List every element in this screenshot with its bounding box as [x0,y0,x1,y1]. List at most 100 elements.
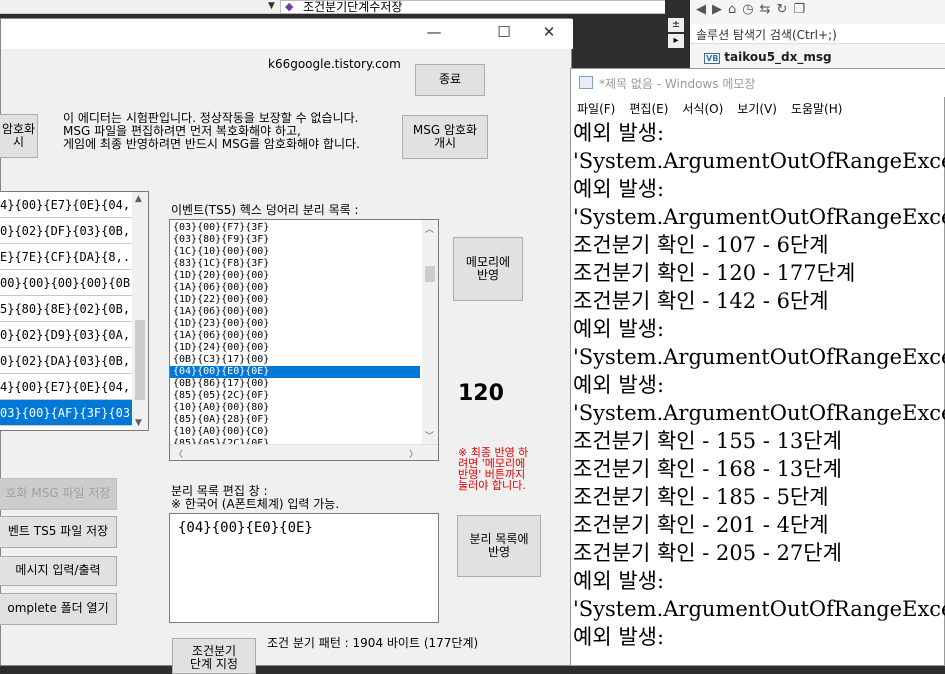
hex-list-item[interactable]: {1D}{24}{00}{00} [170,342,420,354]
scroll-up-icon[interactable]: ▲ [135,194,142,204]
forward-icon[interactable]: ▶ [712,2,722,20]
notepad-menu-item[interactable]: 파일(F) [577,100,615,116]
apply-memory-button[interactable]: 메모리에 반영 [453,237,523,301]
hex-list-item[interactable]: {83}{1C}{F8}{3F} [170,258,420,270]
hex-list-item[interactable]: {10}{A0}{00}{C0} [170,426,420,438]
notepad-line: 조건분기 확인 - 205 - 27단계 [573,541,842,565]
split-icon[interactable]: ± [668,18,684,32]
scroll-left-icon[interactable]: 〈 [174,447,183,460]
condition-step-button[interactable]: 조건분기 단계 지정 [172,638,256,674]
warning-text: ※ 최종 반영 하 려면 '메모리에 반영' 버튼까지 눌러야 합니다. [458,446,529,492]
notepad-line: 예외 발생: [573,317,665,341]
project-name: taikou5_dx_msg [724,50,832,64]
close-icon[interactable]: ✕ [526,23,572,41]
event-list-item[interactable]: 03}{00}{AF}{3F}{03,... [0,400,148,426]
notice-text: 이 에디터는 시험판입니다. 정상작동을 보장할 수 없습니다. MSG 파일을… [63,111,360,151]
hex-list-item[interactable]: {1A}{06}{00}{00} [170,306,420,318]
notepad-menubar: 파일(F) 편집(E) 서식(O) 보기(V) 도움말(H) [571,97,945,117]
notepad-menu-item[interactable]: 서식(O) [682,100,723,116]
scroll-right-icon[interactable]: 〉 [409,447,418,460]
encrypt-button[interactable]: MSG 암호화 개시 [402,115,488,159]
history-icon[interactable]: ◷ [742,2,753,20]
notepad-text-area[interactable]: 예외 발생: 'System.ArgumentOutOfRangeExcep 예외 … [573,119,945,667]
event-list-item[interactable]: 5}{80}{8E}{02}{0B,... [0,296,148,322]
solution-explorer-toolbar: ◀ ▶ ⌂ ◷ ⇆ ↻ ❐ [690,0,945,22]
hex-list-item[interactable]: {1D}{20}{00}{00} [170,270,420,282]
sync-icon[interactable]: ⇆ [760,2,771,20]
hex-list-item[interactable]: {85}{05}{2C}{0F} [170,390,420,402]
hex-list-item[interactable]: {03}{80}{F9}{3F} [170,234,420,246]
hex-list-item[interactable]: {10}{A0}{00}{80} [170,402,420,414]
notepad-line: 예외 발생: [573,569,665,593]
hex-list-vscrollbar[interactable]: ︿ ﹀ [422,220,438,444]
notepad-line: 조건분기 확인 - 201 - 4단계 [573,513,829,537]
notepad-window: *제목 없음 - Windows 메모장 파일(F) 편집(E) 서식(O) 보기(V… [570,68,945,666]
member-combo[interactable]: ◆ 조건분기단계수저장 ▼ [280,0,680,14]
scroll-down-icon[interactable]: ﹀ [425,429,434,442]
notepad-line: 예외 발생: [573,373,665,397]
notepad-menu-item[interactable]: 도움말(H) [791,100,843,116]
scroll-thumb[interactable] [425,266,435,282]
hex-list-item[interactable]: {03}{00}{F7}{3F} [170,222,420,234]
expand-icon[interactable]: ▸ [668,34,684,48]
event-list-item[interactable]: 0}{02}{D9}{03}{0A,... [0,322,148,348]
save-ts5-button[interactable]: 벤트 TS5 파일 저장 [0,516,117,548]
count-value: 120 [458,381,504,406]
event-list-item[interactable]: E}{7E}{CF}{DA}{8,... [0,244,148,270]
scroll-thumb[interactable] [135,320,145,400]
notepad-line: 조건분기 확인 - 155 - 13단계 [573,429,842,453]
hex-chunk-list[interactable]: {03}{00}{F7}{3F} {03}{80}{F9}{3F} {1C}{10}… [169,219,439,461]
hex-list-item[interactable]: {1A}{06}{00}{00} [170,282,420,294]
minimize-icon[interactable]: — [411,23,457,41]
event-list[interactable]: 4}{00}{E7}{0E}{04,... 0}{02}{DF}{03}{0B,.… [0,191,149,431]
exit-button[interactable]: 종료 [415,64,485,96]
hex-list-hscrollbar[interactable]: 〈 〉 [170,444,438,460]
hex-list-item[interactable]: {1D}{23}{00}{00} [170,318,420,330]
home-icon[interactable]: ⌂ [728,2,736,20]
hex-list-item[interactable]: {0B}{C3}{17}{00} [170,354,420,366]
open-complete-folder-button[interactable]: omplete 폴더 열기 [0,593,117,625]
event-list-scrollbar[interactable]: ▲ ▼ [132,192,148,430]
notepad-menu-item[interactable]: 편집(E) [629,100,668,116]
notepad-line: 'System.ArgumentOutOfRangeExcep [573,149,945,173]
event-list-item[interactable]: 0}{02}{DF}{03}{0B,... [0,218,148,244]
hex-list-item[interactable]: {85}{0A}{28}{0F} [170,414,420,426]
notepad-titlebar: *제목 없음 - Windows 메모장 [571,69,945,97]
decrypt-button[interactable]: 암호화 시 [0,114,38,158]
hex-list-item[interactable]: {1A}{06}{00}{00} [170,330,420,342]
scroll-up-icon[interactable]: ︿ [425,222,434,235]
hex-list-item[interactable]: {0B}{86}{17}{00} [170,378,420,390]
event-list-item[interactable]: 00}{00}{00}{00}{0B,... [0,270,148,296]
blog-label: k66google.tistory.com [268,57,401,71]
notepad-line: 조건분기 확인 - 107 - 6단계 [573,233,829,257]
notepad-line: 조건분기 확인 - 185 - 5단계 [573,485,829,509]
solution-search-input[interactable]: 솔루션 탐색기 검색(Ctrl+;) [690,24,945,44]
notepad-icon [579,76,593,89]
edit-textbox[interactable]: {04}{00}{E0}{0E} [169,513,439,623]
notepad-line: 조건분기 확인 - 120 - 177단계 [573,261,856,285]
event-list-item[interactable]: 0}{02}{DA}{03}{0B,... [0,348,148,374]
hex-list-item[interactable]: {04}{00}{E0}{0E} [170,366,420,378]
back-icon[interactable]: ◀ [696,2,706,20]
project-item[interactable]: VB taikou5_dx_msg [704,50,832,64]
apply-list-button[interactable]: 분리 목록에 반영 [457,515,541,577]
maximize-icon[interactable]: ☐ [481,23,527,41]
event-list-item[interactable]: 4}{00}{E7}{0E}{04,... [0,192,148,218]
hex-list-item[interactable]: {1D}{22}{00}{00} [170,294,420,306]
refresh-icon[interactable]: ↻ [777,2,788,20]
save-msg-button[interactable]: 호화 MSG 파일 저장 [0,478,117,510]
notepad-line: 예외 발생: [573,177,665,201]
notepad-line: 조건분기 확인 - 168 - 13단계 [573,457,842,481]
vs-toolbar-strip: ▼ ◆ 조건분기단계수저장 ▼ [0,0,690,14]
notepad-menu-item[interactable]: 보기(V) [737,100,777,116]
hex-list-item[interactable]: {1C}{10}{00}{00} [170,246,420,258]
message-io-button[interactable]: 메시지 입력/출력 [0,556,117,586]
notepad-line: 'System.ArgumentOutOfRangeExcep [573,401,945,425]
method-icon: ◆ [285,0,294,13]
notepad-line: 'System.ArgumentOutOfRangeExcep [573,205,945,229]
scroll-down-icon[interactable]: ▼ [135,418,142,428]
hex-list-title: 이벤트(TS5) 헥스 덩어리 분리 목록 : [171,203,359,217]
copy-icon[interactable]: ❐ [793,2,805,20]
event-list-item[interactable]: 4}{00}{E7}{0E}{04,... [0,374,148,400]
chevron-down-icon[interactable]: ▼ [268,1,275,11]
